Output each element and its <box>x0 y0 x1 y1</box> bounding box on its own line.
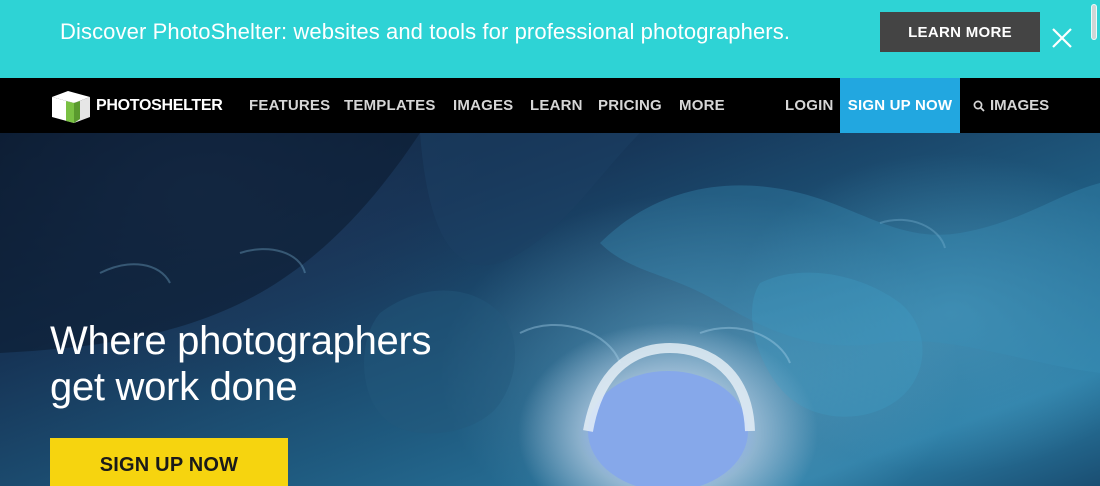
photoshelter-logo[interactable]: PHOTOSHELTER <box>50 91 223 123</box>
search-images-label: IMAGES <box>990 97 1050 114</box>
nav-learn[interactable]: LEARN <box>530 78 583 133</box>
hero-title-line-1: Where photographers <box>50 319 432 363</box>
close-icon[interactable] <box>1050 26 1074 50</box>
nav-pricing[interactable]: PRICING <box>598 78 662 133</box>
nav-templates[interactable]: TEMPLATES <box>344 78 436 133</box>
hero-title-line-2: get work done <box>50 365 298 409</box>
nav-signup-button[interactable]: SIGN UP NOW <box>840 78 960 133</box>
hero-title: Where photographers get work done <box>50 318 510 410</box>
logo-text: PHOTOSHELTER <box>96 97 223 114</box>
scrollbar[interactable] <box>1089 4 1099 40</box>
logo-icon <box>52 91 90 123</box>
nav-images[interactable]: IMAGES <box>453 78 513 133</box>
promo-banner: Discover PhotoShelter: websites and tool… <box>0 0 1100 78</box>
learn-more-button[interactable]: LEARN MORE <box>880 12 1040 52</box>
hero-section: Where photographers get work done SIGN U… <box>0 133 1100 486</box>
promo-text: Discover PhotoShelter: websites and tool… <box>60 19 791 44</box>
nav-more[interactable]: MORE <box>679 78 725 133</box>
search-images-link[interactable]: IMAGES <box>973 78 1049 133</box>
login-link[interactable]: LOGIN <box>785 78 834 133</box>
search-icon <box>973 100 985 112</box>
nav-features[interactable]: FEATURES <box>249 78 330 133</box>
hero-image <box>0 133 1100 486</box>
main-nav: PHOTOSHELTER FEATURES TEMPLATES IMAGES L… <box>0 78 1100 133</box>
hero-signup-button[interactable]: SIGN UP NOW <box>50 438 288 486</box>
